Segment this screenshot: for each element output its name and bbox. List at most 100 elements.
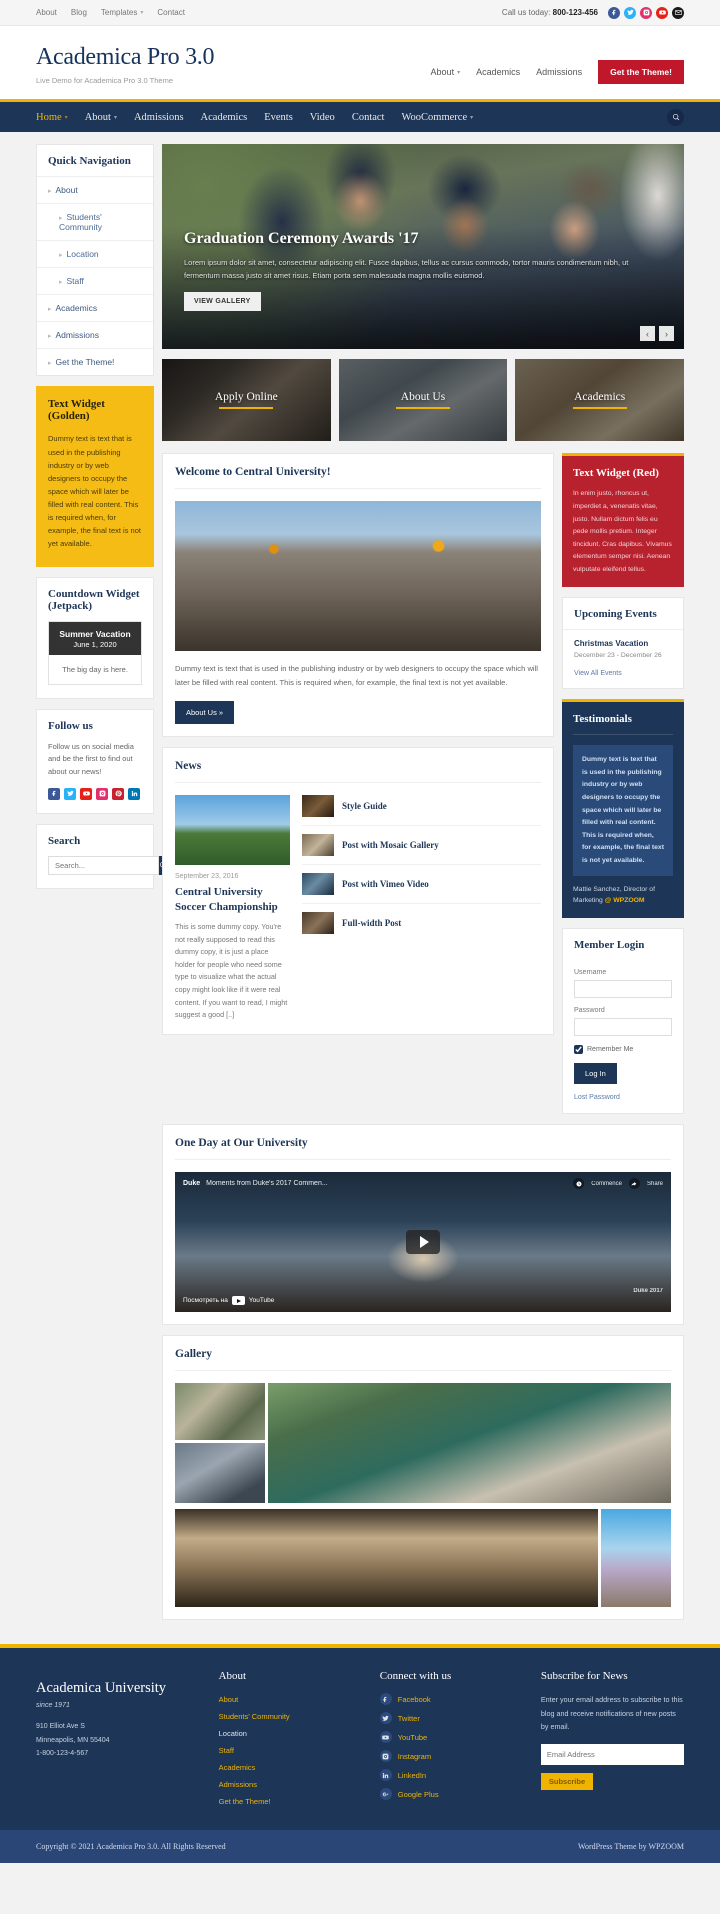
nav-link-home[interactable]: Home ▾ (36, 112, 68, 123)
wpzoom-link[interactable]: WPZOOM (648, 1842, 684, 1851)
quick-nav-item[interactable]: ▸ Admissions (37, 321, 153, 348)
footer-social-item[interactable]: Facebook (379, 1693, 523, 1706)
view-all-events-link[interactable]: View All Events (574, 670, 672, 677)
footer-about-link[interactable]: About (219, 1695, 239, 1704)
nav-link-events[interactable]: Events (264, 112, 293, 123)
footer-about-link[interactable]: Admissions (219, 1780, 257, 1789)
facebook-icon[interactable] (608, 6, 620, 19)
youtube-icon[interactable] (656, 6, 668, 19)
feature-card-academics[interactable]: Academics (515, 359, 685, 442)
facebook-icon[interactable] (48, 787, 60, 800)
news-list-item[interactable]: Full-width Post (302, 904, 541, 942)
linkedin-icon[interactable] (128, 787, 140, 800)
gallery-image[interactable] (268, 1383, 671, 1504)
instagram-icon[interactable] (96, 787, 108, 800)
footer-social-link[interactable]: Instagram (398, 1752, 431, 1761)
username-field[interactable] (574, 980, 672, 999)
nav-item-about[interactable]: About ▾ (85, 112, 117, 123)
footer-social-link[interactable]: Facebook (398, 1695, 431, 1704)
quick-nav-link-academics[interactable]: ▸ Academics (37, 295, 153, 321)
watch-later-icon[interactable] (573, 1178, 585, 1190)
footer-link-item[interactable]: Get the Theme! (219, 1795, 362, 1807)
footer-about-link[interactable]: Academics (219, 1763, 256, 1772)
gallery-image[interactable] (175, 1509, 598, 1608)
quick-nav-item[interactable]: ▸ About (37, 176, 153, 203)
nav-item-admissions[interactable]: Admissions (134, 112, 184, 123)
quick-nav-item[interactable]: ▸ Get the Theme! (37, 348, 153, 375)
gallery-image[interactable] (175, 1443, 265, 1504)
topbar-link-about[interactable]: About (36, 8, 57, 17)
quick-nav-link-get-the-theme[interactable]: ▸ Get the Theme! (37, 349, 153, 375)
footer-link-item[interactable]: Admissions (219, 1778, 362, 1790)
lost-password-link[interactable]: Lost Password (574, 1094, 672, 1101)
slider-prev-icon[interactable]: ‹ (640, 326, 655, 342)
quick-nav-item[interactable]: ▸ Students' Community (37, 203, 153, 240)
pinterest-icon[interactable] (112, 787, 124, 800)
quick-nav-link-staff[interactable]: ▸ Staff (37, 268, 153, 294)
search-input[interactable] (48, 855, 159, 875)
quick-nav-link-location[interactable]: ▸ Location (37, 241, 153, 267)
nav-item-home[interactable]: Home ▾ (36, 112, 68, 123)
about-us-button[interactable]: About Us » (175, 701, 235, 725)
gallery-image[interactable] (601, 1509, 671, 1608)
twitter-icon[interactable] (64, 787, 76, 800)
share-icon[interactable] (628, 1178, 640, 1190)
footer-about-link[interactable]: Location (219, 1729, 247, 1738)
news-item-link[interactable]: Post with Vimeo Video (342, 879, 429, 889)
footer-social-item[interactable]: Google Plus (379, 1788, 523, 1801)
quick-nav-item[interactable]: ▸ Academics (37, 294, 153, 321)
news-list-item[interactable]: Post with Mosaic Gallery (302, 826, 541, 866)
remember-me-checkbox[interactable] (574, 1045, 583, 1055)
quick-nav-link-students-community[interactable]: ▸ Students' Community (37, 204, 153, 240)
news-featured-image[interactable] (175, 795, 290, 866)
instagram-icon[interactable] (640, 6, 652, 19)
footer-about-link[interactable]: Staff (219, 1746, 234, 1755)
login-button[interactable]: Log In (574, 1063, 617, 1085)
footer-social-link[interactable]: YouTube (398, 1733, 427, 1742)
footer-social-link[interactable]: LinkedIn (398, 1771, 426, 1780)
nav-link-woocommerce[interactable]: WooCommerce ▾ (401, 112, 473, 123)
topbar-link-contact[interactable]: Contact (157, 8, 185, 17)
subscribe-button[interactable]: Subscribe (540, 1773, 594, 1791)
footer-social-link[interactable]: Twitter (398, 1714, 420, 1723)
youtube-icon[interactable] (80, 787, 92, 800)
slider-next-icon[interactable]: › (659, 326, 674, 342)
news-item-link[interactable]: Style Guide (342, 801, 387, 811)
footer-about-link[interactable]: Get the Theme! (219, 1797, 271, 1806)
email-address-field[interactable] (540, 1744, 684, 1766)
footer-social-link[interactable]: Google Plus (398, 1790, 439, 1799)
email-icon[interactable] (672, 6, 684, 19)
video-embed[interactable]: Duke Moments from Duke's 2017 Commen... … (175, 1172, 671, 1313)
nav-link-admissions[interactable]: Admissions (134, 112, 184, 123)
header-link-academics[interactable]: Academics (476, 67, 520, 77)
news-list-item[interactable]: Style Guide (302, 795, 541, 827)
feature-card-about-us[interactable]: About Us (338, 359, 508, 442)
footer-link-item[interactable]: Staff (219, 1744, 362, 1756)
event-name[interactable]: Christmas Vacation (574, 639, 672, 648)
footer-about-link[interactable]: Students' Community (219, 1712, 290, 1721)
feature-card-apply-online[interactable]: Apply Online (162, 359, 331, 442)
news-item-link[interactable]: Post with Mosaic Gallery (342, 840, 439, 850)
news-item-link[interactable]: Full-width Post (342, 918, 401, 928)
topbar-link-blog[interactable]: Blog (71, 8, 87, 17)
nav-item-woocommerce[interactable]: WooCommerce ▾ (401, 112, 473, 123)
footer-social-item[interactable]: YouTube (379, 1731, 523, 1744)
gallery-image[interactable] (175, 1383, 265, 1441)
nav-item-contact[interactable]: Contact (352, 112, 385, 123)
nav-item-academics[interactable]: Academics (201, 112, 248, 123)
header-link-about[interactable]: About ▾ (431, 67, 461, 77)
footer-social-item[interactable]: LinkedIn (379, 1769, 523, 1782)
password-field[interactable] (574, 1018, 672, 1037)
footer-social-item[interactable]: Twitter (379, 1712, 523, 1725)
view-gallery-button[interactable]: VIEW GALLERY (184, 292, 261, 312)
news-featured-headline[interactable]: Central University Soccer Championship (175, 885, 290, 914)
nav-link-video[interactable]: Video (310, 112, 335, 123)
nav-link-contact[interactable]: Contact (352, 112, 385, 123)
nav-link-academics[interactable]: Academics (201, 112, 248, 123)
topbar-link-templates[interactable]: Templates ▾ (101, 8, 143, 17)
footer-link-item[interactable]: Academics (219, 1761, 362, 1773)
footer-social-item[interactable]: Instagram (379, 1750, 523, 1763)
quick-nav-item[interactable]: ▸ Staff (37, 267, 153, 294)
video-watch-on-youtube[interactable]: Посмотреть на YouTube (183, 1296, 274, 1306)
get-the-theme-button[interactable]: Get the Theme! (598, 60, 684, 84)
